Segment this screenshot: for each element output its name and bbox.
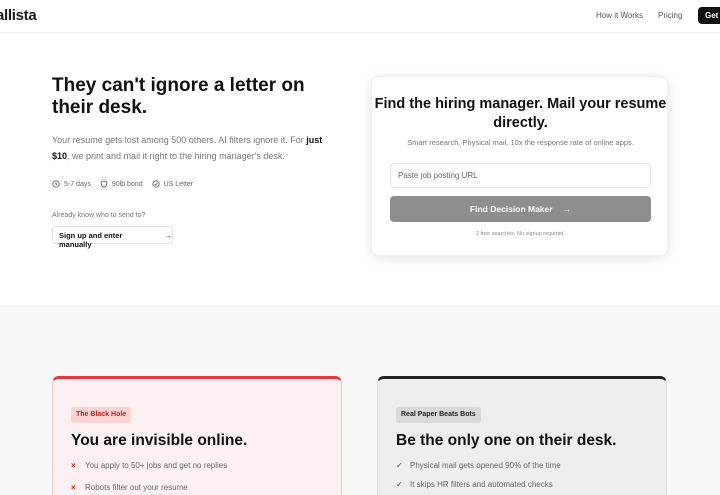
already-know-text: Already know who to send to? — [52, 212, 146, 219]
manual-signup-label: Sign up and enter manually — [59, 231, 123, 249]
shield-icon — [100, 180, 108, 188]
search-card: Find the hiring manager. Mail your resum… — [371, 76, 668, 256]
nav-pricing[interactable]: Pricing — [658, 11, 682, 20]
black-hole-card: The Black Hole You are invisible online.… — [52, 376, 342, 495]
list-item-text: Robots filter out your resume — [85, 483, 188, 492]
find-button-label: Find Decision Maker — [469, 204, 553, 214]
meta-delivery-time: 5-7 days — [52, 180, 91, 188]
real-paper-badge: Real Paper Beats Bots — [396, 407, 481, 423]
real-paper-title: Be the only one on their desk. — [396, 432, 617, 449]
hero-subtitle: Your resume gets lost among 500 others. … — [52, 132, 342, 164]
free-searches-note: 2 free searches. No signup required. — [476, 231, 565, 237]
shipping-meta: 5-7 days 90lb bond US Letter — [52, 180, 193, 188]
meta-format: US Letter — [152, 180, 194, 188]
arrow-right-icon: → — [562, 204, 572, 214]
list-item: × You apply to 50+ jobs and get no repli… — [71, 461, 227, 470]
manual-signup-button[interactable]: Sign up and enter manually → — [52, 226, 173, 249]
get-started-button[interactable]: Get — [698, 7, 720, 24]
real-paper-card: Real Paper Beats Bots Be the only one on… — [377, 376, 667, 495]
x-icon: × — [71, 483, 76, 492]
logo[interactable]: allista — [0, 7, 37, 24]
arrow-right-icon: → — [164, 231, 173, 240]
hero-subtitle-text-end: , we print and mail it right to the hiri… — [67, 151, 285, 161]
check-circle-icon — [152, 180, 160, 188]
list-item: × Robots filter out your resume — [71, 483, 188, 492]
check-icon: ✓ — [396, 461, 403, 470]
meta-label: 90lb bond — [111, 180, 143, 188]
list-item-text: You apply to 50+ jobs and get no replies — [85, 461, 228, 470]
check-icon: ✓ — [396, 480, 403, 489]
x-icon: × — [71, 461, 76, 470]
list-item-text: It skips HR filters and automated checks — [410, 480, 553, 489]
meta-label: US Letter — [163, 180, 194, 188]
top-nav: allista How it Works Pricing Get — [0, 0, 720, 33]
black-hole-badge: The Black Hole — [71, 407, 132, 423]
meta-label: 5-7 days — [64, 180, 91, 188]
find-decision-maker-button[interactable]: Find Decision Maker → — [390, 196, 651, 222]
nav-how-it-works[interactable]: How it Works — [596, 11, 643, 20]
hero-subtitle-text: Your resume gets lost among 500 others. … — [52, 135, 307, 145]
job-url-input[interactable] — [390, 163, 651, 188]
list-item: ✓ It skips HR filters and automated chec… — [396, 480, 553, 489]
card-subtitle: Smart research. Physical mail. 10x the r… — [407, 138, 634, 147]
clock-icon — [52, 180, 60, 188]
list-item: ✓ Physical mail gets opened 90% of the t… — [396, 461, 561, 470]
card-title: Find the hiring manager. Mail your resum… — [374, 96, 667, 131]
black-hole-title: You are invisible online. — [71, 432, 248, 449]
hero-title: They can't ignore a letter on their desk… — [52, 75, 305, 118]
meta-paper: 90lb bond — [100, 180, 143, 188]
list-item-text: Physical mail gets opened 90% of the tim… — [410, 461, 561, 470]
